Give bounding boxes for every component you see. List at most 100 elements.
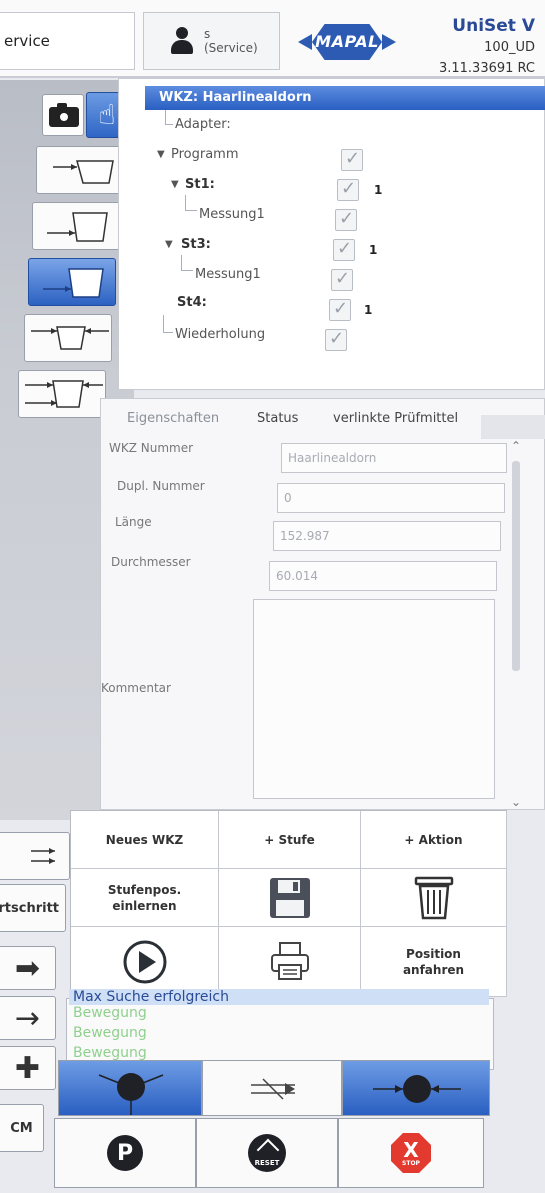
label-dupl-nummer: Dupl. Nummer [117,479,205,493]
tree-item-programm[interactable]: Programm [171,147,239,162]
action-grid: Neues WKZ + Stufe + Aktion Stufenpos. ei… [70,810,507,997]
checkbox-st1-messung1[interactable] [335,208,357,231]
stop-symbol: X [403,1137,419,1162]
stop-icon: X STOP [391,1133,431,1173]
expand-triangle-icon: ▼ [171,179,179,190]
tree-root-item[interactable]: WKZ: Haarlinealdorn [145,86,545,110]
kommentar-textarea[interactable] [253,599,495,799]
probe-center-button[interactable] [58,1060,202,1116]
tab-verlinkte-pruefmittel[interactable]: verlinkte Prüfmittel [333,411,458,426]
log-entry[interactable]: Bewegung [73,1005,147,1021]
st4-count: 1 [364,303,373,317]
checkbox-programm[interactable] [341,148,363,171]
teach-stage-position-button[interactable]: Stufenpos. einlernen [71,869,219,927]
probe-clamp-button[interactable] [342,1060,490,1116]
scroll-thumb[interactable] [512,461,520,671]
checkbox-st3-messung1[interactable] [331,268,353,291]
properties-tabs: Eigenschaften Status verlinkte Prüfmitte… [101,407,545,439]
arrow-left-icon: ✚ [14,1050,41,1086]
park-button[interactable]: P [54,1118,196,1188]
dupl-nummer-field[interactable]: 0 [277,483,505,513]
tree-item-st4[interactable]: St4: [177,295,207,310]
stop-button[interactable]: X STOP [338,1118,484,1188]
cm-button[interactable]: CM [0,1104,44,1152]
logo-right-arrow-icon [382,34,396,50]
add-action-button[interactable]: + Aktion [361,811,507,869]
progress-label: rtschritt [0,900,59,916]
log-entry-selected[interactable]: Max Suche erfolgreich [69,989,489,1005]
teach-line1: Stufenpos. [107,882,182,897]
measure-mode-outer-left-button[interactable] [36,146,124,194]
new-tool-label: Neues WKZ [105,832,184,847]
scroll-down-icon[interactable]: ⌄ [509,795,523,809]
stop-label: STOP [402,1159,420,1167]
jog-right-alt-button[interactable]: → [0,996,56,1040]
tree-item-st3[interactable]: St3: [181,237,211,252]
park-label: P [116,1140,134,1166]
tab-status[interactable]: Status [257,411,298,426]
save-button[interactable] [219,869,361,927]
measure-mode-inner-left-button[interactable] [32,202,120,250]
label-kommentar: Kommentar [101,681,171,695]
print-button[interactable] [219,927,361,997]
checkbox-st4[interactable] [329,298,351,321]
direction-toggle-button[interactable] [0,832,70,880]
probe-clamp-icon [373,1075,461,1103]
properties-scrollbar[interactable]: ⌃ ⌄ [509,439,523,811]
park-icon: P [107,1135,143,1171]
tree-item-wiederholung[interactable]: Wiederholung [175,327,265,342]
durchmesser-field[interactable]: 60.014 [269,561,497,591]
cm-label: CM [10,1120,33,1136]
probe-approach-button[interactable] [202,1060,342,1116]
service-label: ervice [4,32,50,50]
teach-line2: einlernen [112,898,177,913]
delete-button[interactable] [361,869,507,927]
logo-left-arrow-icon [298,34,312,50]
log-entry[interactable]: Bewegung [73,1045,147,1061]
scroll-up-icon[interactable]: ⌃ [509,439,523,453]
trash-icon [414,876,453,919]
jog-right-button[interactable]: ➡ [0,946,56,990]
service-menu-button[interactable]: ervice [0,12,135,70]
measure-mode-double-button[interactable] [18,370,106,418]
reset-button[interactable]: RESET [196,1118,338,1188]
move-line2: anfahren [402,962,465,977]
play-button[interactable] [71,927,219,997]
taper-active-measure-icon [43,268,104,298]
laenge-field[interactable]: 152.987 [273,521,501,551]
label-wkz-nummer: WKZ Nummer [109,441,194,455]
add-stage-button[interactable]: + Stufe [219,811,361,869]
wkz-nummer-field[interactable]: Haarlinealdorn [281,443,507,473]
app-info: UniSet V 100_UD 3.11.33691 RC [439,16,535,76]
probe-approach-icon [251,1078,295,1100]
tab-eigenschaften[interactable]: Eigenschaften [127,411,219,426]
properties-panel: Eigenschaften Status verlinkte Prüfmitte… [100,398,545,810]
tree-item-messung1[interactable]: Messung1 [199,207,265,222]
program-tree: ▼ WKZ: Haarlinealdorn Adapter: ▼ Program… [118,78,545,390]
new-tool-button[interactable]: Neues WKZ [71,811,219,869]
tree-item-messung1[interactable]: Messung1 [195,267,261,282]
checkbox-st3[interactable] [333,238,355,261]
measure-mode-both-sides-button[interactable] [24,314,112,362]
move-to-position-button[interactable]: Position anfahren [361,927,507,997]
app-name: UniSet V [452,16,535,36]
checkbox-wiederholung[interactable] [325,328,347,351]
double-arrow-icon [31,848,55,864]
user-name: s [204,27,211,41]
label-durchmesser: Durchmesser [111,555,191,569]
arrow-right-icon: ➡ [14,950,41,986]
jog-left-button[interactable]: ✚ [0,1046,56,1090]
printer-icon [270,941,309,980]
tree-item-st1[interactable]: St1: [185,177,215,192]
measure-mode-active-button[interactable] [28,258,116,306]
camera-button[interactable] [42,94,84,136]
log-entry[interactable]: Bewegung [73,1025,147,1041]
header-bar: ervice s (Service) MAPAL UniSet V 100_UD… [0,0,545,78]
checkbox-st1[interactable] [337,178,359,201]
machine-name: 100_UD [484,40,535,55]
reset-label: RESET [254,1159,280,1167]
user-button[interactable]: s (Service) [143,12,280,70]
tree-root-label: WKZ: Haarlinealdorn [159,90,312,105]
progress-button[interactable]: rtschritt [0,884,66,932]
tree-item-adapter[interactable]: Adapter: [175,117,231,132]
